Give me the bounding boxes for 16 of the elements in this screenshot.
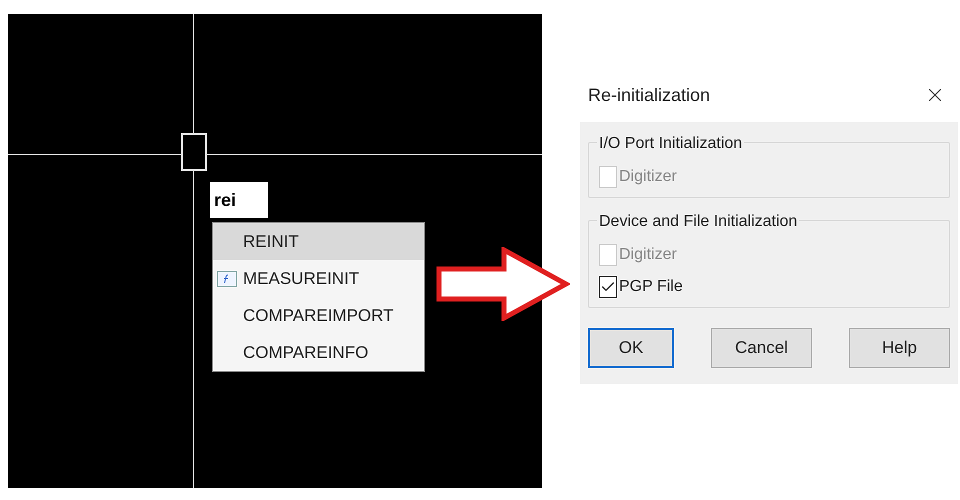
dialog-title: Re-initialization	[588, 84, 710, 106]
suggestion-item[interactable]: MEASUREINIT	[213, 260, 424, 297]
dialog-button[interactable]: Cancel	[711, 328, 812, 368]
dialog-button[interactable]: OK	[588, 328, 674, 368]
right-arrow-icon	[436, 247, 570, 321]
command-input[interactable]: rei	[210, 182, 268, 218]
checkbox-label: PGP File	[619, 277, 683, 297]
function-icon	[217, 270, 237, 286]
pickbox-icon	[181, 133, 207, 171]
checkbox-label: Digitizer	[619, 167, 677, 187]
suggestion-item[interactable]: COMPAREIMPORT	[213, 297, 424, 334]
checkbox[interactable]	[599, 276, 617, 298]
checkbox-label: Digitizer	[619, 245, 677, 265]
suggestion-item[interactable]: REINIT	[213, 223, 424, 260]
suggestion-item[interactable]: COMPAREINFO	[213, 334, 424, 371]
dialog-button[interactable]: Help	[849, 328, 950, 368]
